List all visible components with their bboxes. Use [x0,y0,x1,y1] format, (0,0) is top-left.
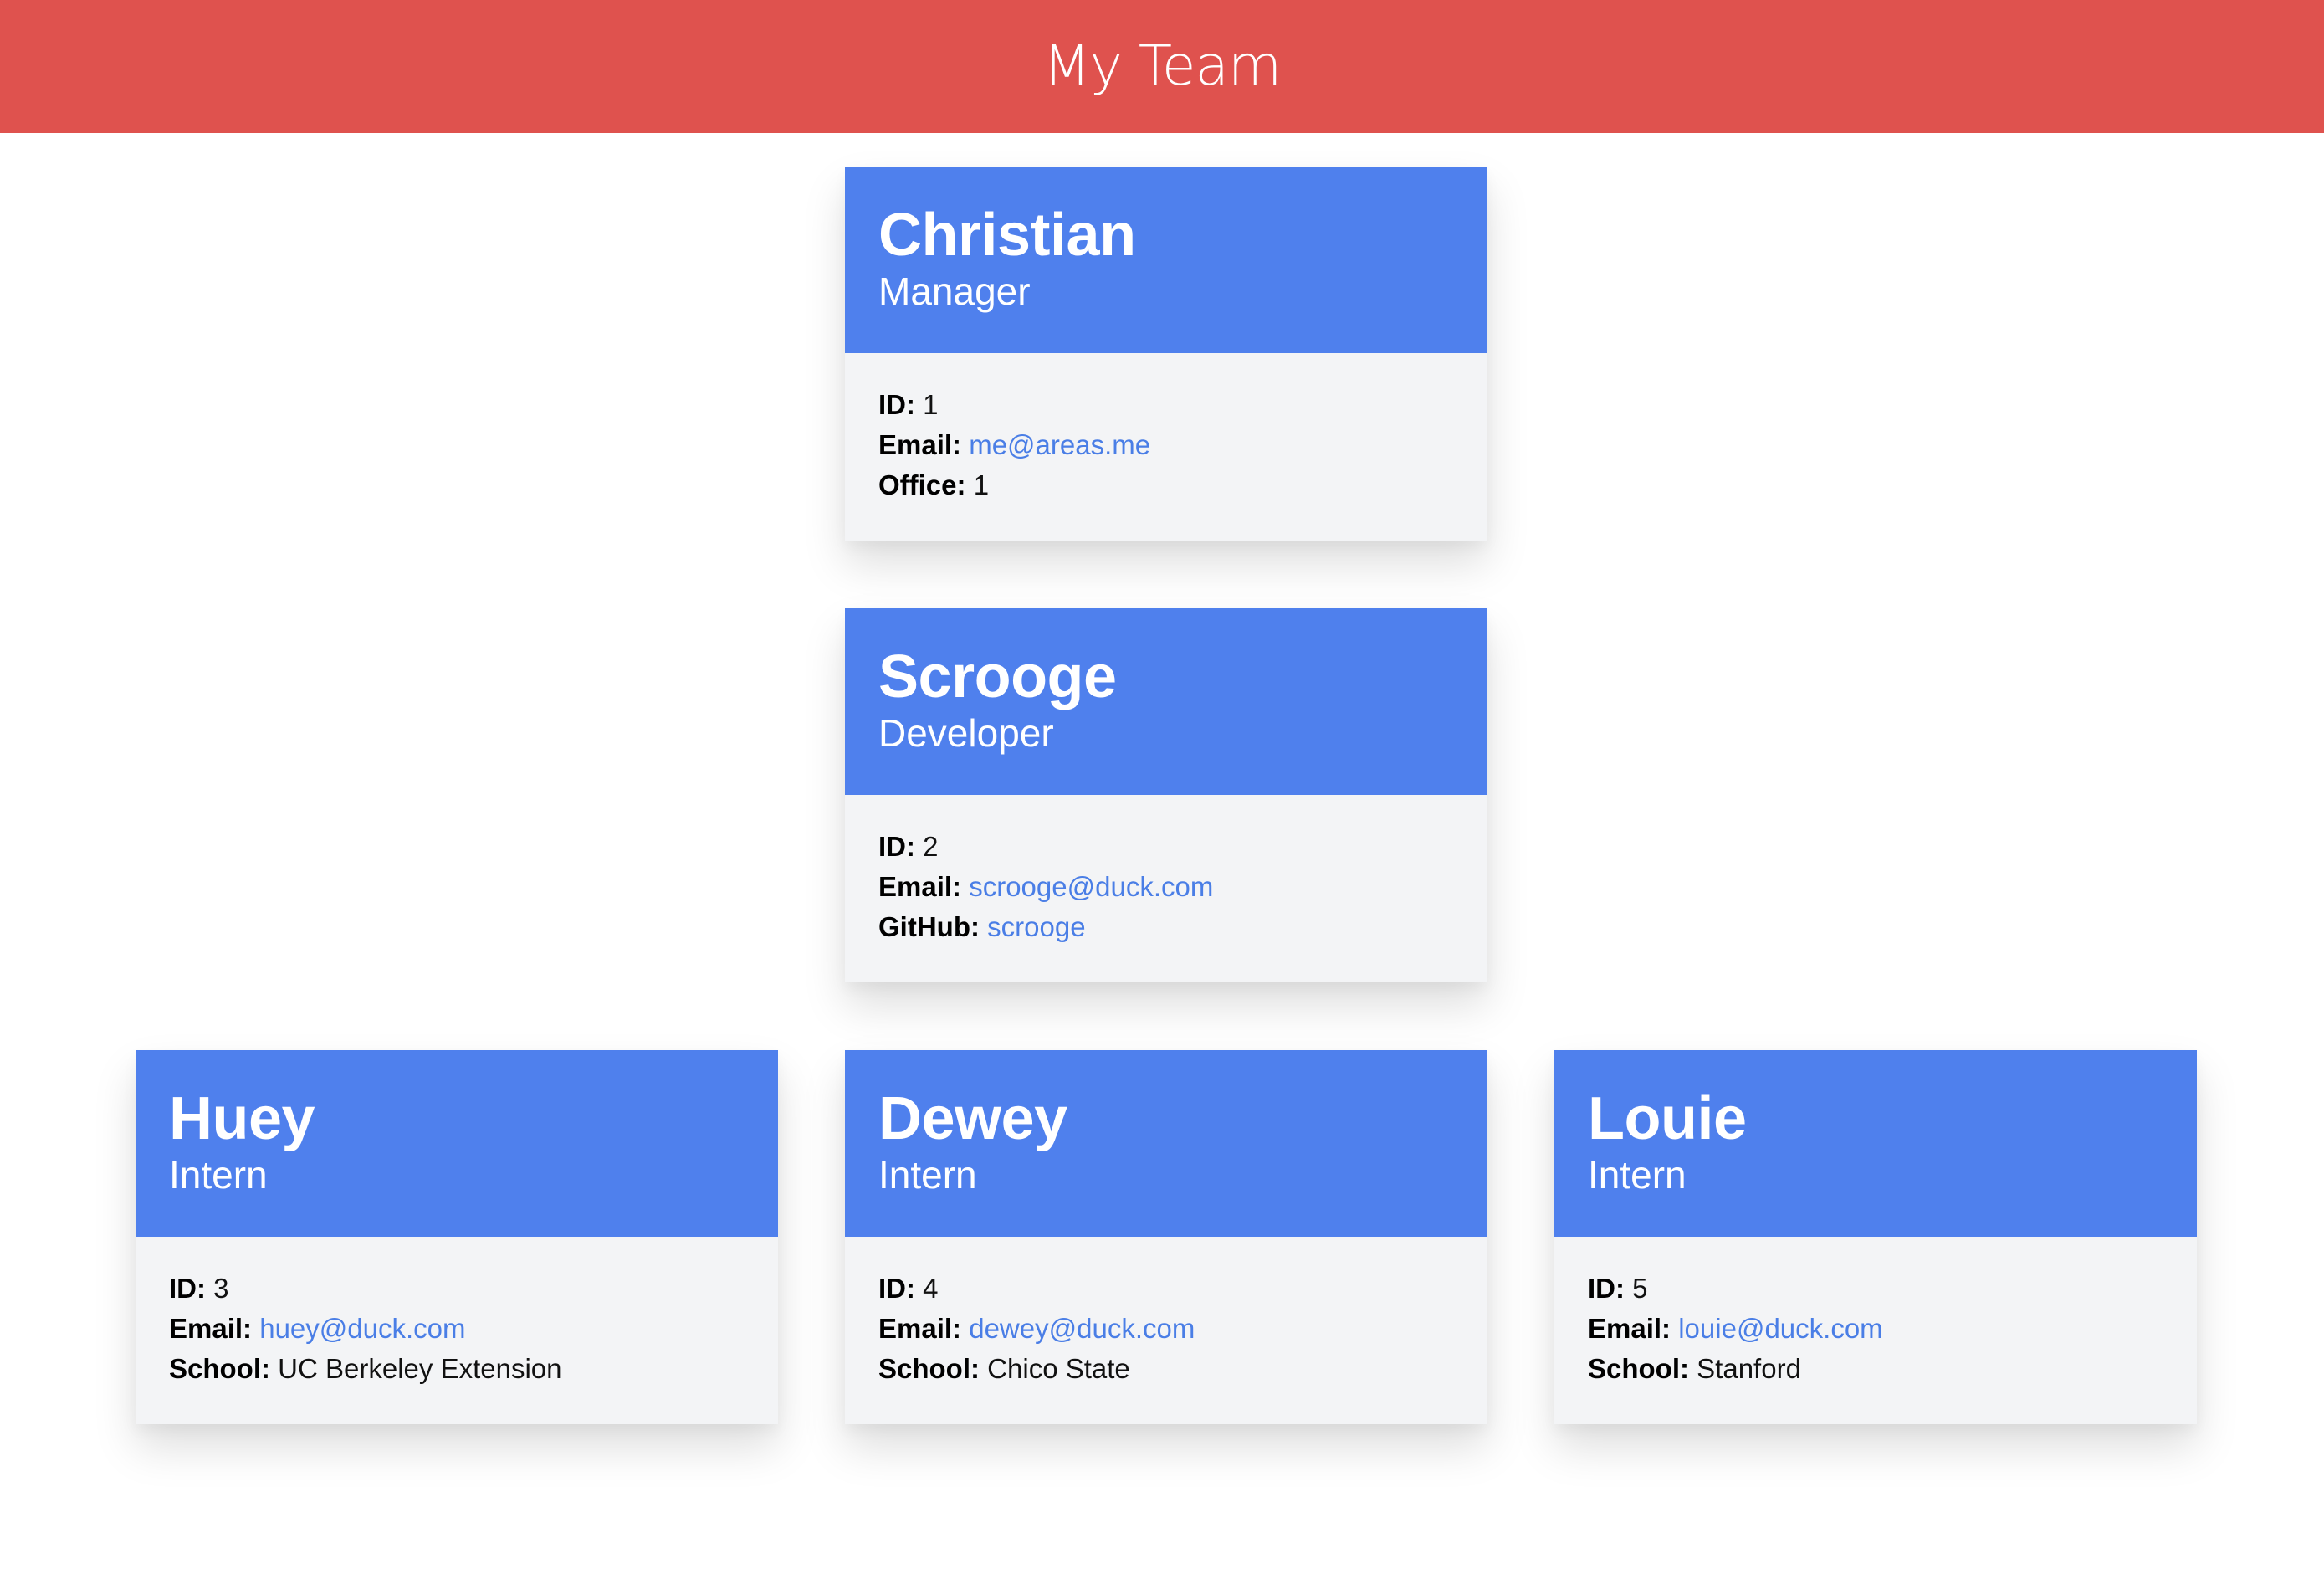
school-name: Chico State [987,1353,1130,1384]
employee-email-row: Email: huey@duck.com [169,1309,745,1349]
school-label: School: [878,1353,980,1384]
email-label: Email: [1588,1313,1671,1344]
employee-id-row: ID: 4 [878,1269,1454,1309]
email-link[interactable]: dewey@duck.com [969,1313,1195,1344]
card-body: ID: 5 Email: louie@duck.com School: Stan… [1554,1237,2197,1424]
school-name: UC Berkeley Extension [278,1353,562,1384]
employee-email-row: Email: me@areas.me [878,425,1454,465]
school-label: School: [169,1353,270,1384]
school-label: School: [1588,1353,1689,1384]
employee-role: Intern [878,1153,977,1197]
employee-name: Louie [1588,1085,1747,1152]
email-link[interactable]: louie@duck.com [1678,1313,1882,1344]
employee-school-row: School: Stanford [1588,1349,2163,1389]
employee-id: 2 [923,831,939,862]
school-name: Stanford [1697,1353,1801,1384]
employee-id-row: ID: 2 [878,827,1454,867]
card-body: ID: 2 Email: scrooge@duck.com GitHub: sc… [845,795,1487,982]
card-body: ID: 3 Email: huey@duck.com School: UC Be… [136,1237,778,1424]
card-header: Louie Intern [1554,1050,2197,1237]
employee-school-row: School: UC Berkeley Extension [169,1349,745,1389]
employee-name: Huey [169,1085,315,1152]
id-label: ID: [878,831,915,862]
employee-email-row: Email: louie@duck.com [1588,1309,2163,1349]
email-link[interactable]: huey@duck.com [259,1313,465,1344]
id-label: ID: [1588,1273,1625,1304]
employee-office-row: Office: 1 [878,465,1454,505]
email-label: Email: [169,1313,253,1344]
id-label: ID: [878,389,915,420]
card-header: Christian Manager [845,167,1487,353]
github-label: GitHub: [878,911,980,942]
employee-role: Manager [878,269,1031,313]
card-header: Dewey Intern [845,1050,1487,1237]
email-link[interactable]: scrooge@duck.com [969,871,1213,902]
employee-card-engineer: Scrooge Developer ID: 2 Email: scrooge@d… [845,608,1487,982]
employee-github-row: GitHub: scrooge [878,907,1454,947]
employee-name: Christian [878,202,1136,269]
office-label: Office: [878,469,966,500]
employee-card-intern: Louie Intern ID: 5 Email: louie@duck.com… [1554,1050,2197,1424]
employee-name: Scrooge [878,643,1117,710]
page-header: My Team [0,0,2324,133]
email-label: Email: [878,1313,962,1344]
email-link[interactable]: me@areas.me [969,429,1150,460]
employee-role: Developer [878,711,1054,755]
email-label: Email: [878,429,962,460]
office-number: 1 [973,469,990,500]
card-header: Huey Intern [136,1050,778,1237]
employee-card-manager: Christian Manager ID: 1 Email: me@areas.… [845,167,1487,541]
card-body: ID: 4 Email: dewey@duck.com School: Chic… [845,1237,1487,1424]
id-label: ID: [169,1273,206,1304]
employee-id: 4 [923,1273,939,1304]
employee-id-row: ID: 3 [169,1269,745,1309]
github-link[interactable]: scrooge [987,911,1085,942]
employee-card-intern: Huey Intern ID: 3 Email: huey@duck.com S… [136,1050,778,1424]
id-label: ID: [878,1273,915,1304]
page-title: My Team [1042,33,1282,98]
card-header: Scrooge Developer [845,608,1487,795]
employee-email-row: Email: scrooge@duck.com [878,867,1454,907]
employee-id-row: ID: 5 [1588,1269,2163,1309]
card-body: ID: 1 Email: me@areas.me Office: 1 [845,353,1487,541]
employee-id: 3 [213,1273,229,1304]
employee-card-intern: Dewey Intern ID: 4 Email: dewey@duck.com… [845,1050,1487,1424]
employee-id-row: ID: 1 [878,385,1454,425]
employee-id: 1 [923,389,939,420]
employee-school-row: School: Chico State [878,1349,1454,1389]
employee-id: 5 [1632,1273,1648,1304]
email-label: Email: [878,871,962,902]
employee-email-row: Email: dewey@duck.com [878,1309,1454,1349]
employee-name: Dewey [878,1085,1067,1152]
employee-role: Intern [169,1153,268,1197]
employee-role: Intern [1588,1153,1687,1197]
